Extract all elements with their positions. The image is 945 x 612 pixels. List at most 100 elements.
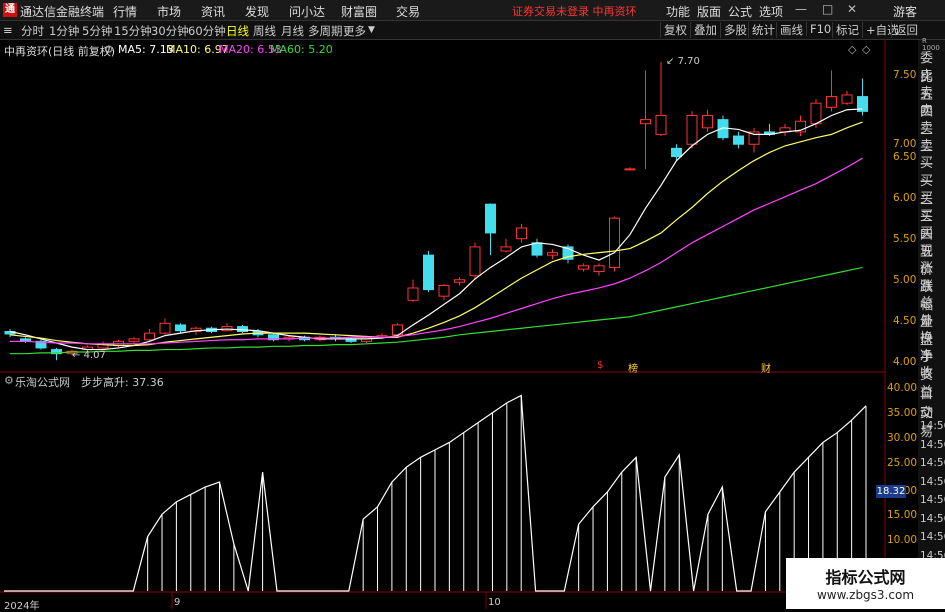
- f10-button[interactable]: F10: [806, 22, 831, 36]
- period-daily[interactable]: 日线: [226, 23, 249, 39]
- candle[interactable]: [175, 324, 186, 332]
- price-tick: 4.00: [893, 356, 917, 368]
- candle[interactable]: [671, 147, 682, 158]
- candle[interactable]: [640, 119, 651, 125]
- candle[interactable]: [128, 338, 140, 342]
- mark-button[interactable]: 标记: [832, 22, 859, 38]
- candle[interactable]: [733, 135, 744, 145]
- period-intraday[interactable]: 分时: [21, 23, 44, 39]
- multi-stock-button[interactable]: 多股: [720, 22, 747, 38]
- watermark: 指标公式网 www.zbgs3.com: [786, 558, 945, 609]
- period-15min[interactable]: 15分钟: [114, 23, 152, 39]
- menu-icon[interactable]: ≡: [3, 23, 13, 37]
- candle[interactable]: [531, 242, 543, 256]
- menu-news[interactable]: 资讯: [201, 3, 225, 20]
- period-1min[interactable]: 1分钟: [49, 23, 79, 39]
- price-tick: 7.00: [893, 138, 917, 150]
- minimize-icon[interactable]: —: [795, 2, 807, 16]
- indicator-settings-icon[interactable]: ⚙: [4, 374, 14, 387]
- ma10-line: [9, 121, 863, 347]
- back-button[interactable]: 返回: [891, 22, 918, 38]
- price-tick: 4.50: [893, 315, 917, 327]
- candle[interactable]: [500, 246, 512, 252]
- trade-time: 14:56: [920, 438, 945, 451]
- period-more[interactable]: 更多: [343, 23, 366, 39]
- candle[interactable]: [485, 203, 496, 234]
- trade-time: 14:56: [920, 494, 945, 506]
- period-5min[interactable]: 5分钟: [82, 23, 112, 39]
- indicator-name: 乐淘公式网: [15, 376, 70, 389]
- candle[interactable]: [454, 279, 465, 283]
- candle[interactable]: [407, 287, 419, 301]
- trade-time: 14:56: [920, 457, 945, 469]
- indicator-value: 步步高升: 37.36: [81, 376, 164, 389]
- candle[interactable]: [237, 326, 248, 333]
- adjust-button[interactable]: 复权: [660, 22, 687, 38]
- indicator-tick: 25.00: [887, 457, 918, 469]
- candle[interactable]: [609, 217, 620, 268]
- candle[interactable]: [469, 246, 481, 277]
- chevron-down-icon[interactable]: ▼: [368, 25, 375, 35]
- overlay-button[interactable]: 叠加: [690, 22, 717, 38]
- trade-time: 14:56: [920, 475, 945, 488]
- price-tick: 7.50: [893, 69, 917, 81]
- date-label: 2024年: [4, 601, 40, 612]
- candle[interactable]: [810, 102, 822, 125]
- candle[interactable]: [841, 94, 853, 104]
- draw-button[interactable]: 画线: [776, 22, 803, 38]
- indicator-tick: 10.00: [887, 534, 918, 546]
- chart-area[interactable]: [0, 40, 918, 609]
- candle[interactable]: [578, 265, 589, 270]
- menu-trade[interactable]: 交易: [396, 3, 420, 20]
- candle[interactable]: [159, 322, 171, 334]
- candle[interactable]: [826, 96, 837, 108]
- indicator-current-value: 18.32: [876, 485, 906, 498]
- candle[interactable]: [702, 114, 713, 129]
- candle[interactable]: [624, 168, 636, 171]
- app-title: 通达信金融终端: [20, 5, 105, 19]
- menu-market[interactable]: 市场: [157, 3, 181, 20]
- event-marker-finance[interactable]: 财: [761, 360, 771, 375]
- indicator-tick: 15.00: [887, 509, 918, 521]
- candle[interactable]: [655, 114, 667, 135]
- candle[interactable]: [686, 114, 698, 145]
- candle[interactable]: [423, 254, 434, 291]
- formula-button[interactable]: 公式: [728, 3, 752, 20]
- price-tick: 5.00: [893, 274, 917, 286]
- menu-wealth[interactable]: 财富圈: [341, 3, 377, 20]
- function-button[interactable]: 功能: [666, 3, 690, 20]
- date-label: 10: [488, 597, 501, 608]
- title-bar: 通 通达信金融终端 行情 市场 资讯 发现 问小达 财富圈 交易 证券交易未登录…: [0, 0, 945, 21]
- ma5-line: [9, 108, 863, 351]
- price-tick: 6.00: [893, 192, 917, 204]
- login-notice[interactable]: 证券交易未登录 中再资环: [512, 3, 637, 19]
- event-marker-rank[interactable]: 榜: [628, 360, 638, 375]
- menu-quotes[interactable]: 行情: [113, 3, 137, 20]
- period-multi[interactable]: 多周期: [308, 23, 343, 39]
- candle[interactable]: [593, 265, 605, 273]
- layout-button[interactable]: 版面: [697, 3, 721, 20]
- candle[interactable]: [547, 252, 558, 256]
- candle[interactable]: [516, 227, 527, 240]
- period-60min[interactable]: 60分钟: [188, 23, 226, 39]
- event-marker-dollar[interactable]: $: [597, 360, 603, 371]
- indicator-tick: 40.00: [887, 382, 918, 394]
- price-tick: 5.50: [893, 233, 917, 245]
- trade-time: 14:56: [920, 531, 945, 543]
- date-label: 9: [174, 597, 181, 608]
- candle[interactable]: [438, 285, 450, 297]
- period-monthly[interactable]: 月线: [281, 23, 304, 39]
- stats-button[interactable]: 统计: [748, 22, 775, 38]
- period-toolbar: ≡ 分时 1分钟 5分钟 15分钟 30分钟 60分钟 日线 周线 月线 多周期…: [0, 21, 945, 40]
- min-price-label: ← 4.07: [72, 350, 106, 361]
- period-weekly[interactable]: 周线: [253, 23, 276, 39]
- menu-ask[interactable]: 问小达: [289, 3, 325, 20]
- ma20-line: [10, 157, 863, 345]
- options-button[interactable]: 选项: [759, 3, 783, 20]
- period-30min[interactable]: 30分钟: [151, 23, 189, 39]
- menu-discover[interactable]: 发现: [245, 3, 269, 20]
- close-icon[interactable]: ✕: [847, 2, 857, 16]
- guest-button[interactable]: 游客: [893, 3, 917, 20]
- maximize-icon[interactable]: □: [822, 2, 833, 16]
- candle[interactable]: [144, 332, 155, 341]
